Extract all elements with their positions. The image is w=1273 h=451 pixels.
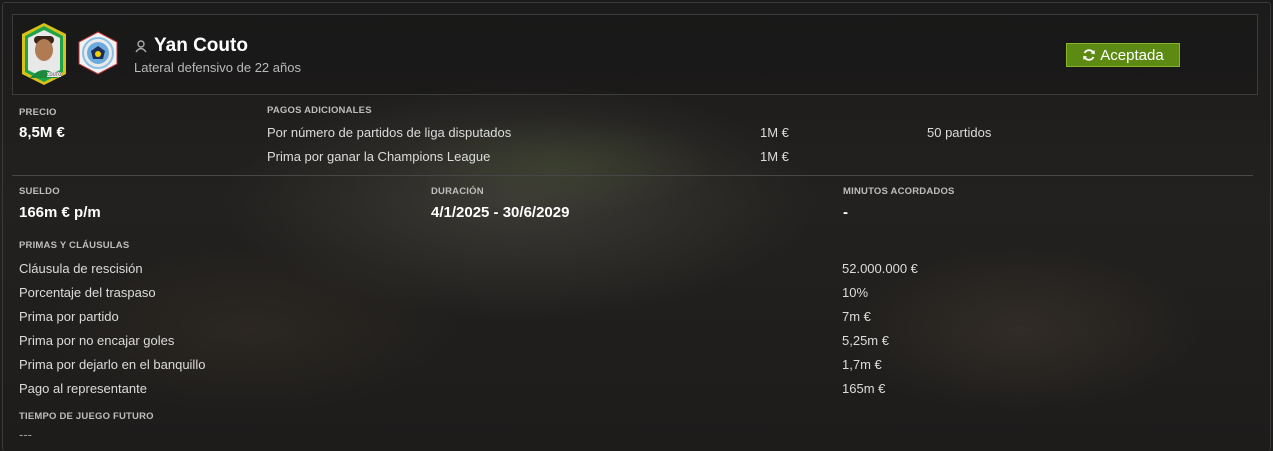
bonus-name: Prima por partido: [19, 309, 119, 324]
agreed-minutes-value: -: [843, 204, 848, 221]
refresh-icon: [1083, 49, 1096, 61]
salary-label: SUELDO: [19, 186, 60, 197]
bonus-value: 7m €: [842, 309, 871, 324]
club-crest-icon[interactable]: [76, 31, 120, 75]
bonus-name: Cláusula de rescisión: [19, 261, 143, 276]
additional-payment-amount: 1M €: [760, 125, 789, 140]
agreed-minutes-label: MINUTOS ACORDADOS: [843, 186, 955, 197]
player-face-icon[interactable]: COUTO: [20, 22, 68, 86]
additional-payment-condition: 50 partidos: [927, 125, 992, 140]
bonus-name: Porcentaje del traspaso: [19, 285, 156, 300]
bonus-value: 52.000.000 €: [842, 261, 918, 276]
player-header: COUTO Yan Couto Lateral defensivo de 22 …: [12, 14, 1258, 95]
additional-payments-label: PAGOS ADICIONALES: [267, 105, 372, 116]
duration-value: 4/1/2025 - 30/6/2029: [431, 204, 570, 221]
duration-label: DURACIÓN: [431, 186, 484, 197]
player-subtitle: Lateral defensivo de 22 años: [134, 60, 301, 75]
face-badge-text: COUTO: [47, 72, 61, 77]
bonus-value: 165m €: [842, 381, 886, 396]
additional-payment-name: Por número de partidos de liga disputado…: [267, 125, 512, 140]
bonus-name: Pago al representante: [19, 381, 147, 396]
price-value: 8,5M €: [19, 124, 65, 141]
additional-payment-name: Prima por ganar la Champions League: [267, 149, 491, 164]
bonus-value: 10%: [842, 285, 869, 300]
price-label: PRECIO: [19, 107, 57, 118]
bonus-name: Prima por no encajar goles: [19, 333, 175, 348]
player-name[interactable]: Yan Couto: [154, 35, 248, 57]
person-icon: [135, 40, 147, 53]
future-playtime-value: ---: [19, 427, 32, 442]
additional-payment-amount: 1M €: [760, 149, 789, 164]
bonuses-label: PRIMAS Y CLÁUSULAS: [19, 240, 130, 251]
salary-value: 166m € p/m: [19, 204, 101, 221]
status-label: Aceptada: [1100, 46, 1164, 64]
status-badge: Aceptada: [1066, 43, 1180, 67]
player-name-row: Yan Couto: [134, 35, 248, 57]
bonus-value: 5,25m €: [842, 333, 889, 348]
section-divider: [12, 175, 1253, 176]
bonus-value: 1,7m €: [842, 357, 882, 372]
future-playtime-label: TIEMPO DE JUEGO FUTURO: [19, 411, 154, 422]
bonus-name: Prima por dejarlo en el banquillo: [19, 357, 206, 372]
